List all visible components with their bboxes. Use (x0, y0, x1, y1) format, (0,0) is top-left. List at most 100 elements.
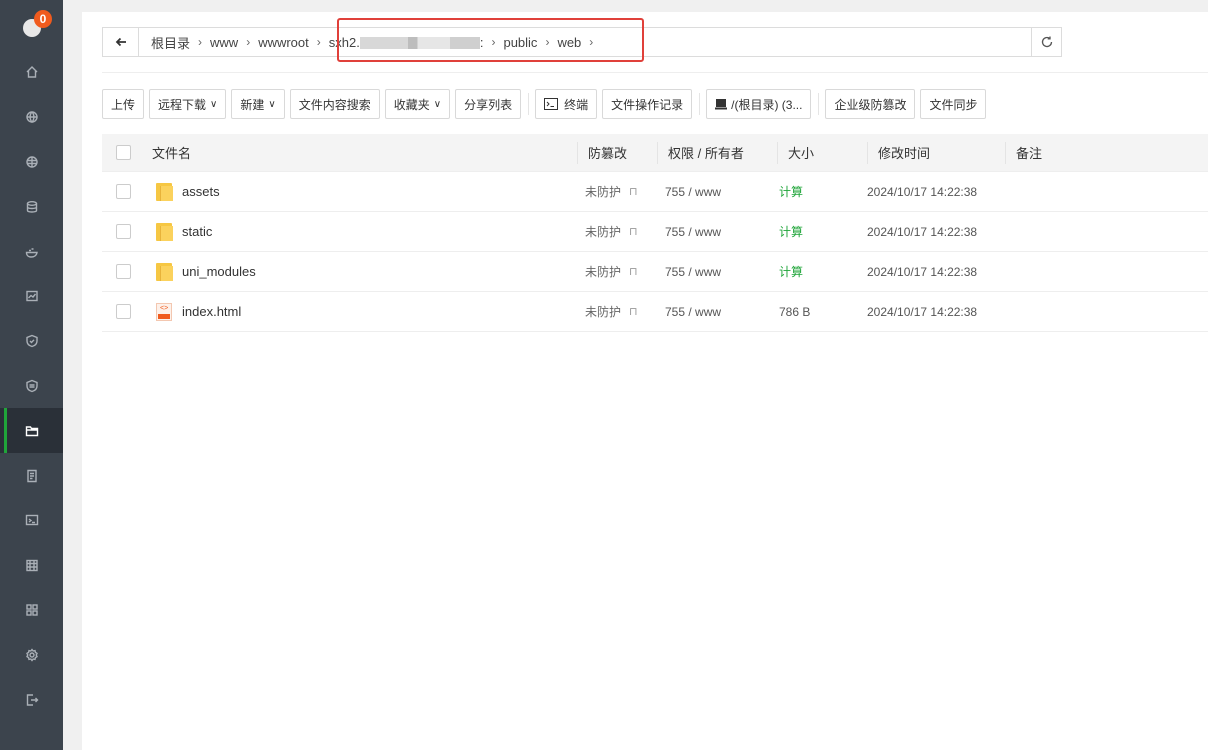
crumb-wwwroot[interactable]: wwwroot (254, 35, 313, 50)
path-highlight-box (337, 18, 644, 62)
table-row[interactable]: assets 未防护 ⊓ 755 / www 计算 2024/10/17 14:2… (102, 172, 1208, 212)
sidebar-item-website[interactable] (0, 95, 63, 140)
refresh-button[interactable] (1031, 28, 1061, 56)
disk-label: /(根目录) (3... (731, 97, 803, 112)
calendar-icon (25, 559, 38, 572)
favorites-button[interactable]: 收藏夹 ∨ (384, 89, 451, 119)
row-checkbox[interactable] (116, 184, 131, 199)
terminal-button[interactable]: 终端 (535, 89, 598, 119)
file-sync-button[interactable]: 文件同步 (920, 89, 987, 119)
calculate-size-link[interactable]: 计算 (777, 183, 867, 200)
new-button[interactable]: 新建 ∨ (231, 89, 285, 119)
header-perm: 权限 / 所有者 (657, 141, 777, 164)
header-size[interactable]: 大小 (777, 141, 867, 164)
table-row[interactable]: <> index.html 未防护 ⊓ 755 / www 786 B 2024/1… (102, 292, 1208, 332)
row-checkbox[interactable] (116, 304, 131, 319)
sidebar-item-cron[interactable] (0, 543, 63, 588)
crumb-www[interactable]: www (206, 35, 242, 50)
modified-time: 2024/10/17 14:22:38 (867, 264, 978, 279)
table-row[interactable]: static 未防护 ⊓ 755 / www 计算 2024/10/17 14:2… (102, 212, 1208, 252)
calculate-size-link[interactable]: 计算 (777, 263, 867, 280)
sidebar-item-logs[interactable] (0, 453, 63, 498)
sidebar-item-docker[interactable] (0, 229, 63, 274)
sidebar-item-terminal[interactable] (0, 498, 63, 543)
logout-icon (26, 693, 38, 706)
toolbar-divider (699, 93, 701, 115)
unlock-icon[interactable]: ⊓ (629, 265, 638, 278)
op-log-button[interactable]: 文件操作记录 (602, 89, 693, 119)
sidebar-item-files[interactable] (0, 408, 63, 454)
terminal-label: 终端 (564, 97, 589, 112)
row-checkbox[interactable] (116, 264, 131, 279)
perm-owner[interactable]: 755 / www (657, 185, 777, 199)
select-all-cell (102, 134, 152, 171)
toolbar: 上传 远程下载 ∨ 新建 ∨ 文件内容搜索 收藏夹 ∨ 分享列表 终端 文件操作记录 … (102, 88, 991, 120)
chevron-right-icon: › (316, 35, 321, 49)
sidebar-item-logout[interactable] (0, 677, 63, 722)
header-mtime[interactable]: 修改时间 (867, 141, 1005, 164)
waf-icon (25, 379, 38, 393)
protect-status: 未防护 (585, 185, 622, 199)
disk-button[interactable]: /(根目录) (3... (706, 89, 812, 119)
remote-download-button[interactable]: 远程下载 ∨ (149, 89, 227, 119)
sidebar: 0 (0, 0, 63, 750)
sidebar-item-monitor[interactable] (0, 274, 63, 319)
chevron-down-icon: ∨ (433, 98, 442, 110)
sidebar-item-site[interactable] (0, 140, 63, 185)
header-protect: 防篡改 (577, 141, 657, 164)
share-list-button[interactable]: 分享列表 (455, 89, 522, 119)
sidebar-item-security[interactable] (0, 319, 63, 364)
file-name[interactable]: uni_modules (182, 264, 256, 279)
upload-button[interactable]: 上传 (102, 89, 145, 119)
unlock-icon[interactable]: ⊓ (629, 305, 638, 318)
remote-download-label: 远程下载 (158, 97, 207, 112)
home-icon (26, 66, 37, 79)
favorites-label: 收藏夹 (393, 97, 430, 112)
log-icon (26, 469, 37, 482)
terminal-icon (25, 515, 38, 526)
sidebar-item-apps[interactable] (0, 588, 63, 633)
chevron-down-icon: ∨ (210, 98, 218, 110)
back-button[interactable] (103, 28, 139, 56)
sidebar-item-settings[interactable] (0, 632, 63, 677)
table-header: 文件名 防篡改 权限 / 所有者 大小 修改时间 备注 (102, 134, 1208, 172)
chevron-right-icon: › (246, 35, 251, 49)
settings-icon (25, 648, 38, 662)
monitor-icon (25, 291, 38, 302)
site-icon (25, 156, 38, 168)
perm-owner[interactable]: 755 / www (657, 225, 777, 239)
file-name[interactable]: assets (182, 184, 220, 199)
database-icon (26, 200, 37, 213)
sidebar-item-waf[interactable] (0, 364, 63, 409)
tamper-proof-button[interactable]: 企业级防篡改 (825, 89, 916, 119)
protect-status: 未防护 (585, 225, 622, 239)
apps-icon (25, 604, 38, 616)
table-row[interactable]: uni_modules 未防护 ⊓ 755 / www 计算 2024/10/17… (102, 252, 1208, 292)
file-manager-panel: 根目录 › www › wwwroot › sxh2.: › public › … (82, 12, 1208, 750)
folder-icon (156, 182, 173, 201)
content-search-button[interactable]: 文件内容搜索 (289, 89, 380, 119)
modified-time: 2024/10/17 14:22:38 (867, 184, 978, 199)
sidebar-item-database[interactable] (0, 184, 63, 229)
protect-status: 未防护 (585, 305, 622, 319)
row-checkbox[interactable] (116, 224, 131, 239)
perm-owner[interactable]: 755 / www (657, 265, 777, 279)
user-avatar[interactable]: 0 (0, 0, 63, 50)
globe-icon (25, 111, 38, 124)
header-name[interactable]: 文件名 (152, 134, 577, 171)
sidebar-item-home[interactable] (0, 50, 63, 95)
select-all-checkbox[interactable] (116, 145, 131, 160)
unlock-icon[interactable]: ⊓ (629, 225, 638, 238)
header-note: 备注 (1005, 141, 1208, 164)
arrow-left-icon (115, 37, 126, 47)
modified-time: 2024/10/17 14:22:38 (867, 224, 978, 239)
unlock-icon[interactable]: ⊓ (629, 185, 638, 198)
calculate-size-link[interactable]: 计算 (777, 223, 867, 240)
chevron-right-icon: › (198, 35, 203, 49)
notification-badge[interactable]: 0 (34, 10, 52, 28)
crumb-root[interactable]: 根目录 (147, 33, 194, 52)
file-name[interactable]: static (182, 224, 212, 239)
chevron-down-icon: ∨ (268, 98, 276, 110)
file-name[interactable]: index.html (182, 304, 241, 319)
perm-owner[interactable]: 755 / www (657, 305, 777, 319)
